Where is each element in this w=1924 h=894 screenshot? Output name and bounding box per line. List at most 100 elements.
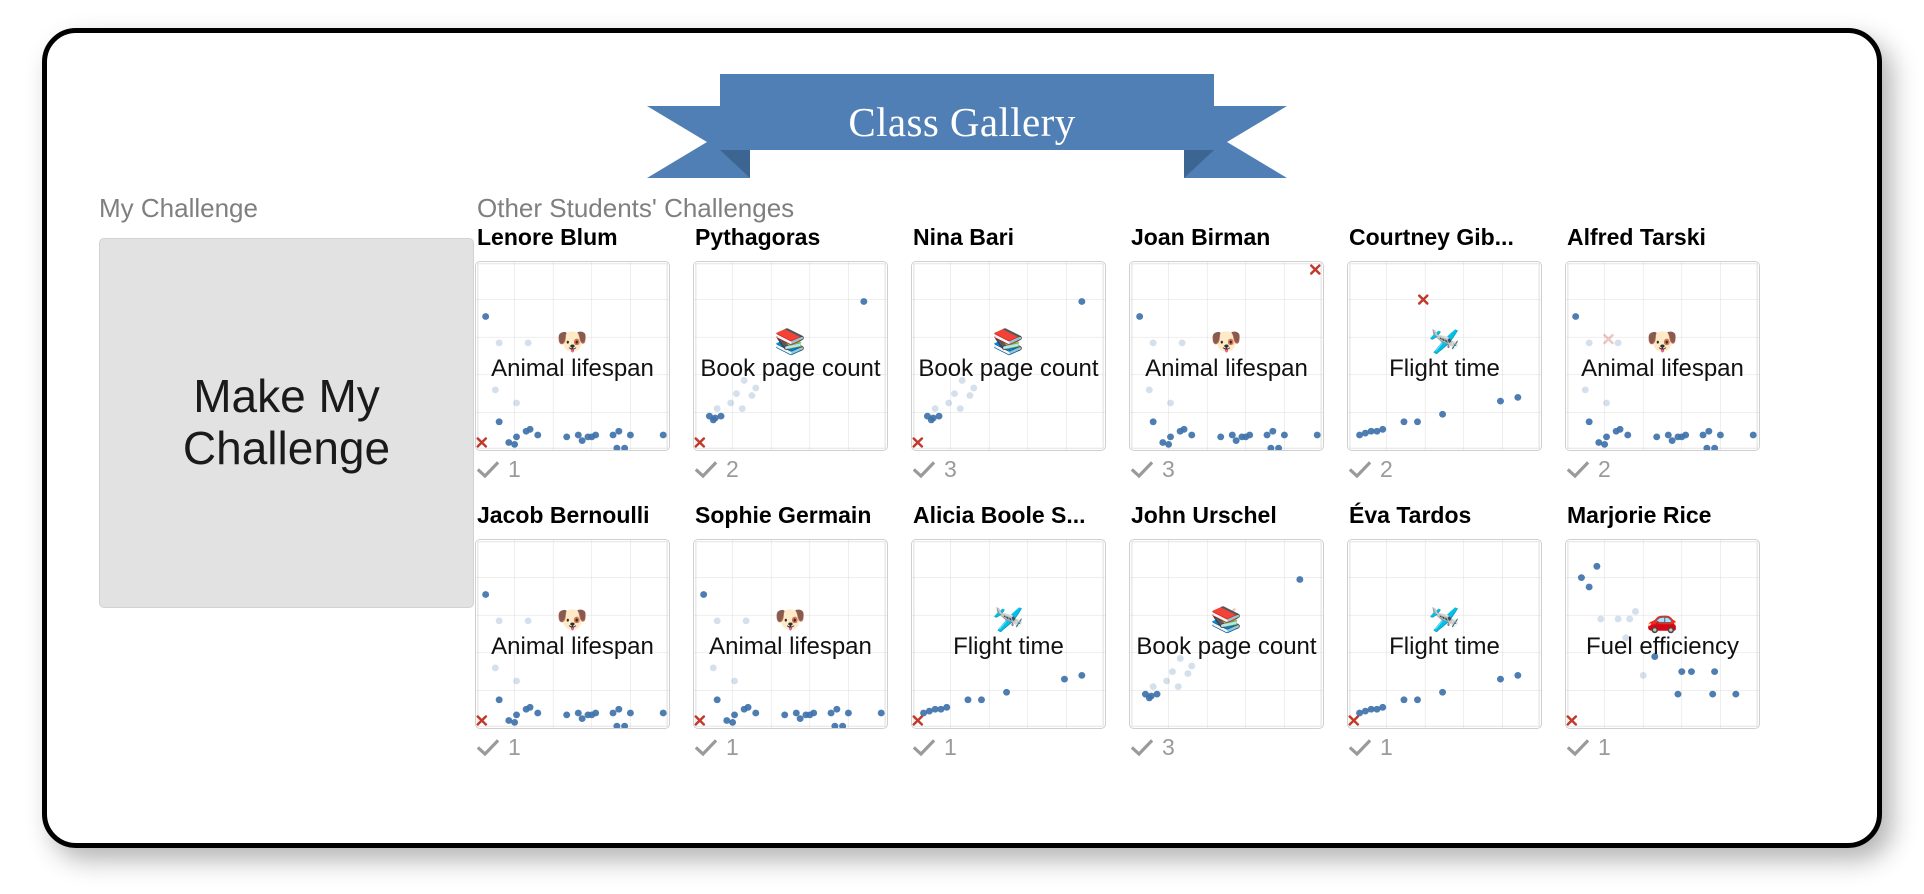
challenge-card[interactable]: Pythagoras 📚 Book page count 2	[693, 223, 888, 483]
scatter-point	[1626, 615, 1634, 622]
plot-frame	[914, 541, 1103, 725]
plot-frame	[478, 541, 667, 725]
scatter-point	[513, 710, 521, 718]
scatter-point	[511, 440, 519, 448]
challenge-card[interactable]: Alfred Tarski 🐶 Animal lifespan 2	[1565, 223, 1760, 483]
make-my-challenge-button[interactable]: Make My Challenge	[99, 238, 474, 608]
challenge-card-footer: 3	[913, 457, 1106, 483]
scatter-point	[839, 722, 847, 728]
check-icon[interactable]	[1131, 738, 1153, 757]
check-icon[interactable]	[913, 738, 935, 757]
challenge-thumbnail[interactable]: 🐶 Animal lifespan	[475, 260, 670, 451]
check-icon[interactable]	[1349, 738, 1371, 757]
scatter-point	[1060, 675, 1068, 683]
target-marker-icon	[694, 714, 706, 726]
scatter-point	[574, 431, 582, 439]
target-marker-icon	[912, 437, 924, 448]
challenge-thumbnail[interactable]: 📚 Book page count	[1129, 538, 1324, 729]
challenge-card[interactable]: Sophie Germain 🐶 Animal lifespan 1	[693, 501, 888, 761]
scatter-point	[1163, 677, 1171, 684]
banner-title: Class Gallery	[848, 99, 1076, 145]
scatter-point	[578, 714, 586, 722]
check-icon[interactable]	[477, 738, 499, 757]
scatter-point	[613, 722, 621, 728]
target-marker-icon	[1309, 264, 1321, 275]
scatter-point	[1379, 425, 1387, 433]
scatter-point	[1167, 433, 1175, 440]
scatter-point	[700, 590, 708, 598]
check-icon[interactable]	[477, 460, 499, 479]
challenge-thumbnail[interactable]: 🛩️ Flight time	[911, 538, 1106, 729]
scatter-point	[1668, 436, 1676, 444]
scatter-point	[1732, 690, 1740, 698]
vote-count: 1	[1380, 734, 1393, 760]
challenge-card[interactable]: Courtney Gib... 🛩️ Flight time 2	[1347, 223, 1542, 483]
scatter-point	[482, 590, 490, 598]
class-gallery-banner: Class Gallery	[47, 58, 1877, 178]
challenge-card-footer: 1	[477, 457, 670, 483]
plot-frame	[696, 541, 885, 725]
challenge-card[interactable]: Jacob Bernoulli 🐶 Animal lifespan 1	[475, 501, 670, 761]
gallery-row: Lenore Blum 🐶 Animal lifespan 1 Pythagoras 📚 B…	[475, 223, 1865, 483]
check-icon[interactable]	[695, 460, 717, 479]
scatter-point	[1414, 695, 1421, 703]
challenge-card[interactable]: Marjorie Rice 🚗 Fuel efficiency 1	[1565, 501, 1760, 761]
scatter-point	[1664, 431, 1672, 439]
scatter-point	[844, 709, 852, 716]
scatter-point	[495, 695, 503, 703]
challenge-card[interactable]: Éva Tardos 🛩️ Flight time 1	[1347, 501, 1542, 761]
challenge-card[interactable]: John Urschel 📚 Book page count 3	[1129, 501, 1324, 761]
scatter-point	[1296, 575, 1304, 583]
check-icon[interactable]	[913, 460, 935, 479]
check-icon[interactable]	[1349, 460, 1371, 479]
scatter-point	[1614, 615, 1622, 622]
challenge-card[interactable]: Lenore Blum 🐶 Animal lifespan 1	[475, 223, 670, 483]
scatter-point	[1174, 682, 1182, 690]
challenge-thumbnail[interactable]: 🚗 Fuel efficiency	[1565, 538, 1760, 729]
scatter-plot	[912, 262, 1105, 450]
challenge-thumbnail[interactable]: 🐶 Animal lifespan	[693, 538, 888, 729]
scatter-point	[1145, 694, 1153, 701]
scatter-point	[574, 709, 582, 716]
scatter-point	[1593, 562, 1601, 570]
scatter-point	[752, 709, 760, 716]
scatter-point	[1400, 418, 1408, 425]
plot-frame	[696, 264, 885, 448]
scatter-plot	[1130, 540, 1323, 728]
scatter-point	[1585, 339, 1593, 346]
scatter-point	[1176, 654, 1184, 662]
target-marker-icon	[1225, 607, 1236, 618]
check-icon[interactable]	[695, 738, 717, 757]
scatter-point	[1275, 444, 1283, 450]
scatter-point	[931, 405, 939, 412]
scatter-point	[1228, 431, 1236, 439]
scatter-point	[621, 722, 629, 728]
challenge-thumbnail[interactable]: 📚 Book page count	[693, 260, 888, 451]
challenge-thumbnail[interactable]: 🛩️ Flight time	[1347, 538, 1542, 729]
scatter-point	[731, 710, 739, 718]
scatter-point	[513, 399, 521, 407]
challenge-thumbnail[interactable]: 🐶 Animal lifespan	[1129, 260, 1324, 451]
challenge-card[interactable]: Joan Birman 🐶 Animal lifespan 3	[1129, 223, 1324, 483]
scatter-point	[1136, 312, 1144, 320]
check-icon[interactable]	[1131, 460, 1153, 479]
check-icon[interactable]	[1567, 738, 1589, 757]
challenge-thumbnail[interactable]: 🐶 Animal lifespan	[1565, 260, 1760, 451]
challenge-thumbnail[interactable]: 🛩️ Flight time	[1347, 260, 1542, 451]
challenge-card[interactable]: Alicia Boole S... 🛩️ Flight time 1	[911, 501, 1106, 761]
challenge-thumbnail[interactable]: 🐶 Animal lifespan	[475, 538, 670, 729]
scatter-point	[524, 339, 532, 346]
scatter-point	[1168, 667, 1176, 675]
scatter-plot	[1566, 262, 1759, 450]
scatter-plot	[476, 262, 669, 450]
check-icon[interactable]	[1567, 460, 1589, 479]
challenge-card-student-name: Pythagoras	[695, 224, 821, 250]
vote-count: 3	[1162, 734, 1175, 760]
scatter-point	[1709, 690, 1717, 698]
challenge-thumbnail[interactable]: 📚 Book page count	[911, 260, 1106, 451]
vote-count: 1	[1598, 734, 1611, 760]
challenge-card[interactable]: Nina Bari 📚 Book page count 3	[911, 223, 1106, 483]
scatter-point	[626, 431, 634, 439]
scatter-point	[748, 391, 756, 399]
vote-count: 1	[508, 734, 521, 760]
